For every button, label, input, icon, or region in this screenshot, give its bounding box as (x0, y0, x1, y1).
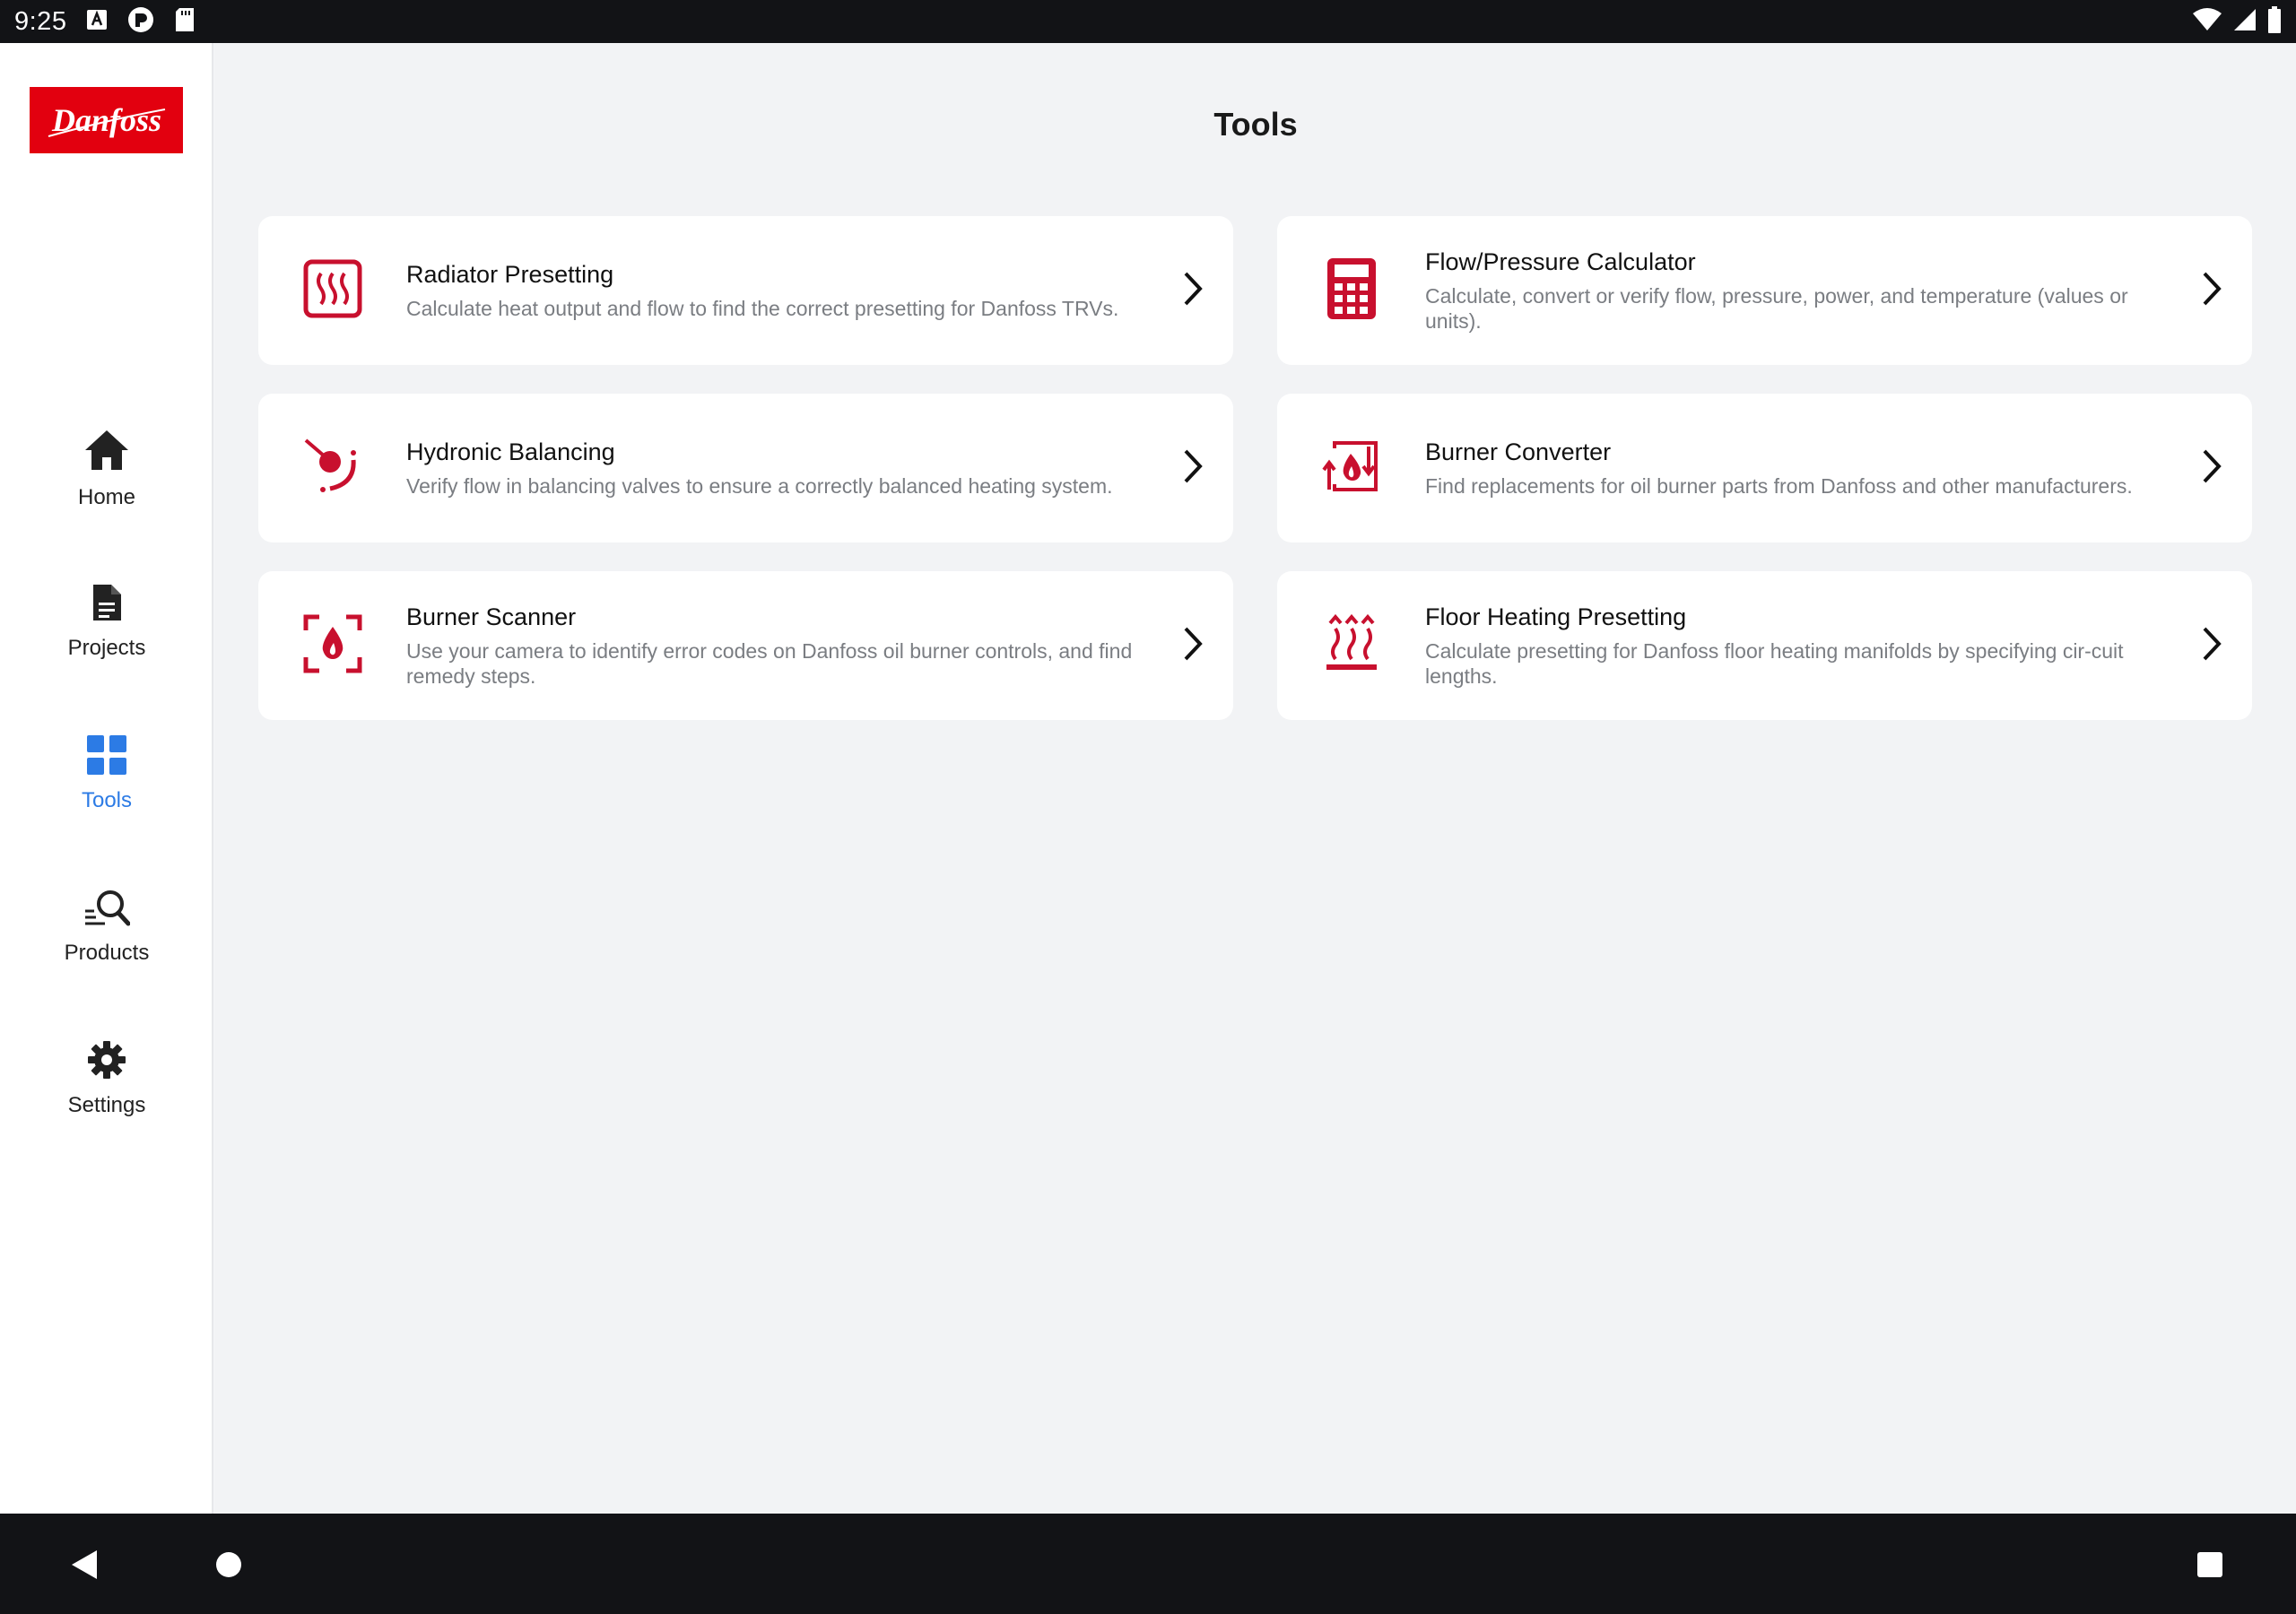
recents-square-icon[interactable] (2196, 1551, 2223, 1583)
tool-description: Calculate heat output and flow to find t… (406, 296, 1119, 320)
main-content: Tools Radiator Presetting Calculate heat… (215, 43, 2296, 1514)
burner-converter-icon (1321, 439, 1381, 498)
svg-text:Danfoss: Danfoss (50, 102, 161, 138)
chevron-right-icon (1183, 271, 1203, 311)
status-time: 9:25 (14, 6, 67, 36)
calculator-icon (1326, 257, 1376, 324)
chevron-right-icon (2202, 626, 2222, 666)
tool-card-radiator-presetting[interactable]: Radiator Presetting Calculate heat outpu… (258, 216, 1233, 365)
search-icon (83, 888, 131, 932)
tool-card-hydronic-balancing[interactable]: Hydronic Balancing Verify flow in balanc… (258, 394, 1233, 542)
cell-signal-icon (2233, 8, 2257, 36)
back-icon[interactable] (70, 1549, 99, 1584)
app-notification-icon (127, 6, 154, 38)
nav-settings[interactable]: Settings (0, 1020, 213, 1137)
chevron-right-icon (1183, 448, 1203, 489)
nav-settings-label: Settings (67, 1092, 146, 1117)
nav-projects[interactable]: Projects (0, 563, 213, 680)
status-bar: 9:25 (0, 0, 2296, 43)
page-title: Tools (1213, 106, 1298, 143)
balancing-icon (303, 437, 362, 500)
tool-description: Verify flow in balancing valves to ensur… (406, 473, 1113, 498)
system-navigation-bar (0, 1514, 2296, 1614)
radiator-icon (303, 259, 362, 323)
tool-title: Flow/Pressure Calculator (1425, 247, 1696, 275)
tool-title: Burner Scanner (406, 603, 577, 630)
tool-card-flow-pressure-calculator[interactable]: Flow/Pressure Calculator Calculate, conv… (1277, 216, 2252, 365)
nav-products[interactable]: Products (0, 868, 213, 985)
chevron-right-icon (2202, 448, 2222, 489)
burner-scanner-icon (303, 614, 362, 678)
document-icon (91, 583, 123, 627)
tool-description: Calculate presetting for Danfoss floor h… (1425, 638, 2124, 688)
chevron-right-icon (2202, 271, 2222, 311)
tool-card-burner-scanner[interactable]: Burner Scanner Use your camera to identi… (258, 571, 1233, 720)
nav-projects-label: Projects (67, 635, 146, 660)
gear-icon (87, 1040, 126, 1084)
tool-title: Radiator Presetting (406, 260, 614, 288)
nav-home-label: Home (77, 484, 136, 509)
floor-heating-icon (1325, 613, 1378, 678)
tool-card-floor-heating-presetting[interactable]: Floor Heating Presetting Calculate prese… (1277, 571, 2252, 720)
nav-home[interactable]: Home (0, 411, 213, 527)
tool-title: Burner Converter (1425, 438, 1612, 465)
battery-icon (2267, 5, 2282, 38)
wifi-icon (2192, 7, 2222, 36)
tool-description: Use your camera to identify error codes … (406, 638, 1133, 688)
home-icon (83, 429, 130, 476)
tool-title: Hydronic Balancing (406, 438, 615, 465)
nav-products-label: Products (64, 940, 150, 965)
chevron-right-icon (1183, 626, 1203, 666)
home-circle-icon[interactable] (215, 1551, 242, 1583)
nav-tools-label: Tools (81, 787, 133, 812)
sd-card-icon (174, 7, 196, 37)
tool-card-burner-converter[interactable]: Burner Converter Find replacements for o… (1277, 394, 2252, 542)
tool-description: Calculate, convert or verify flow, press… (1425, 283, 2128, 333)
keyboard-a-icon (86, 9, 108, 35)
danfoss-logo: Danfoss (30, 87, 183, 153)
tool-description: Find replacements for oil burner parts f… (1425, 473, 2133, 498)
grid-icon (87, 734, 126, 779)
sidebar: Danfoss Home Projects Tools Products Set… (0, 43, 213, 1514)
nav-tools[interactable]: Tools (0, 716, 213, 832)
tool-title: Floor Heating Presetting (1425, 603, 1687, 630)
